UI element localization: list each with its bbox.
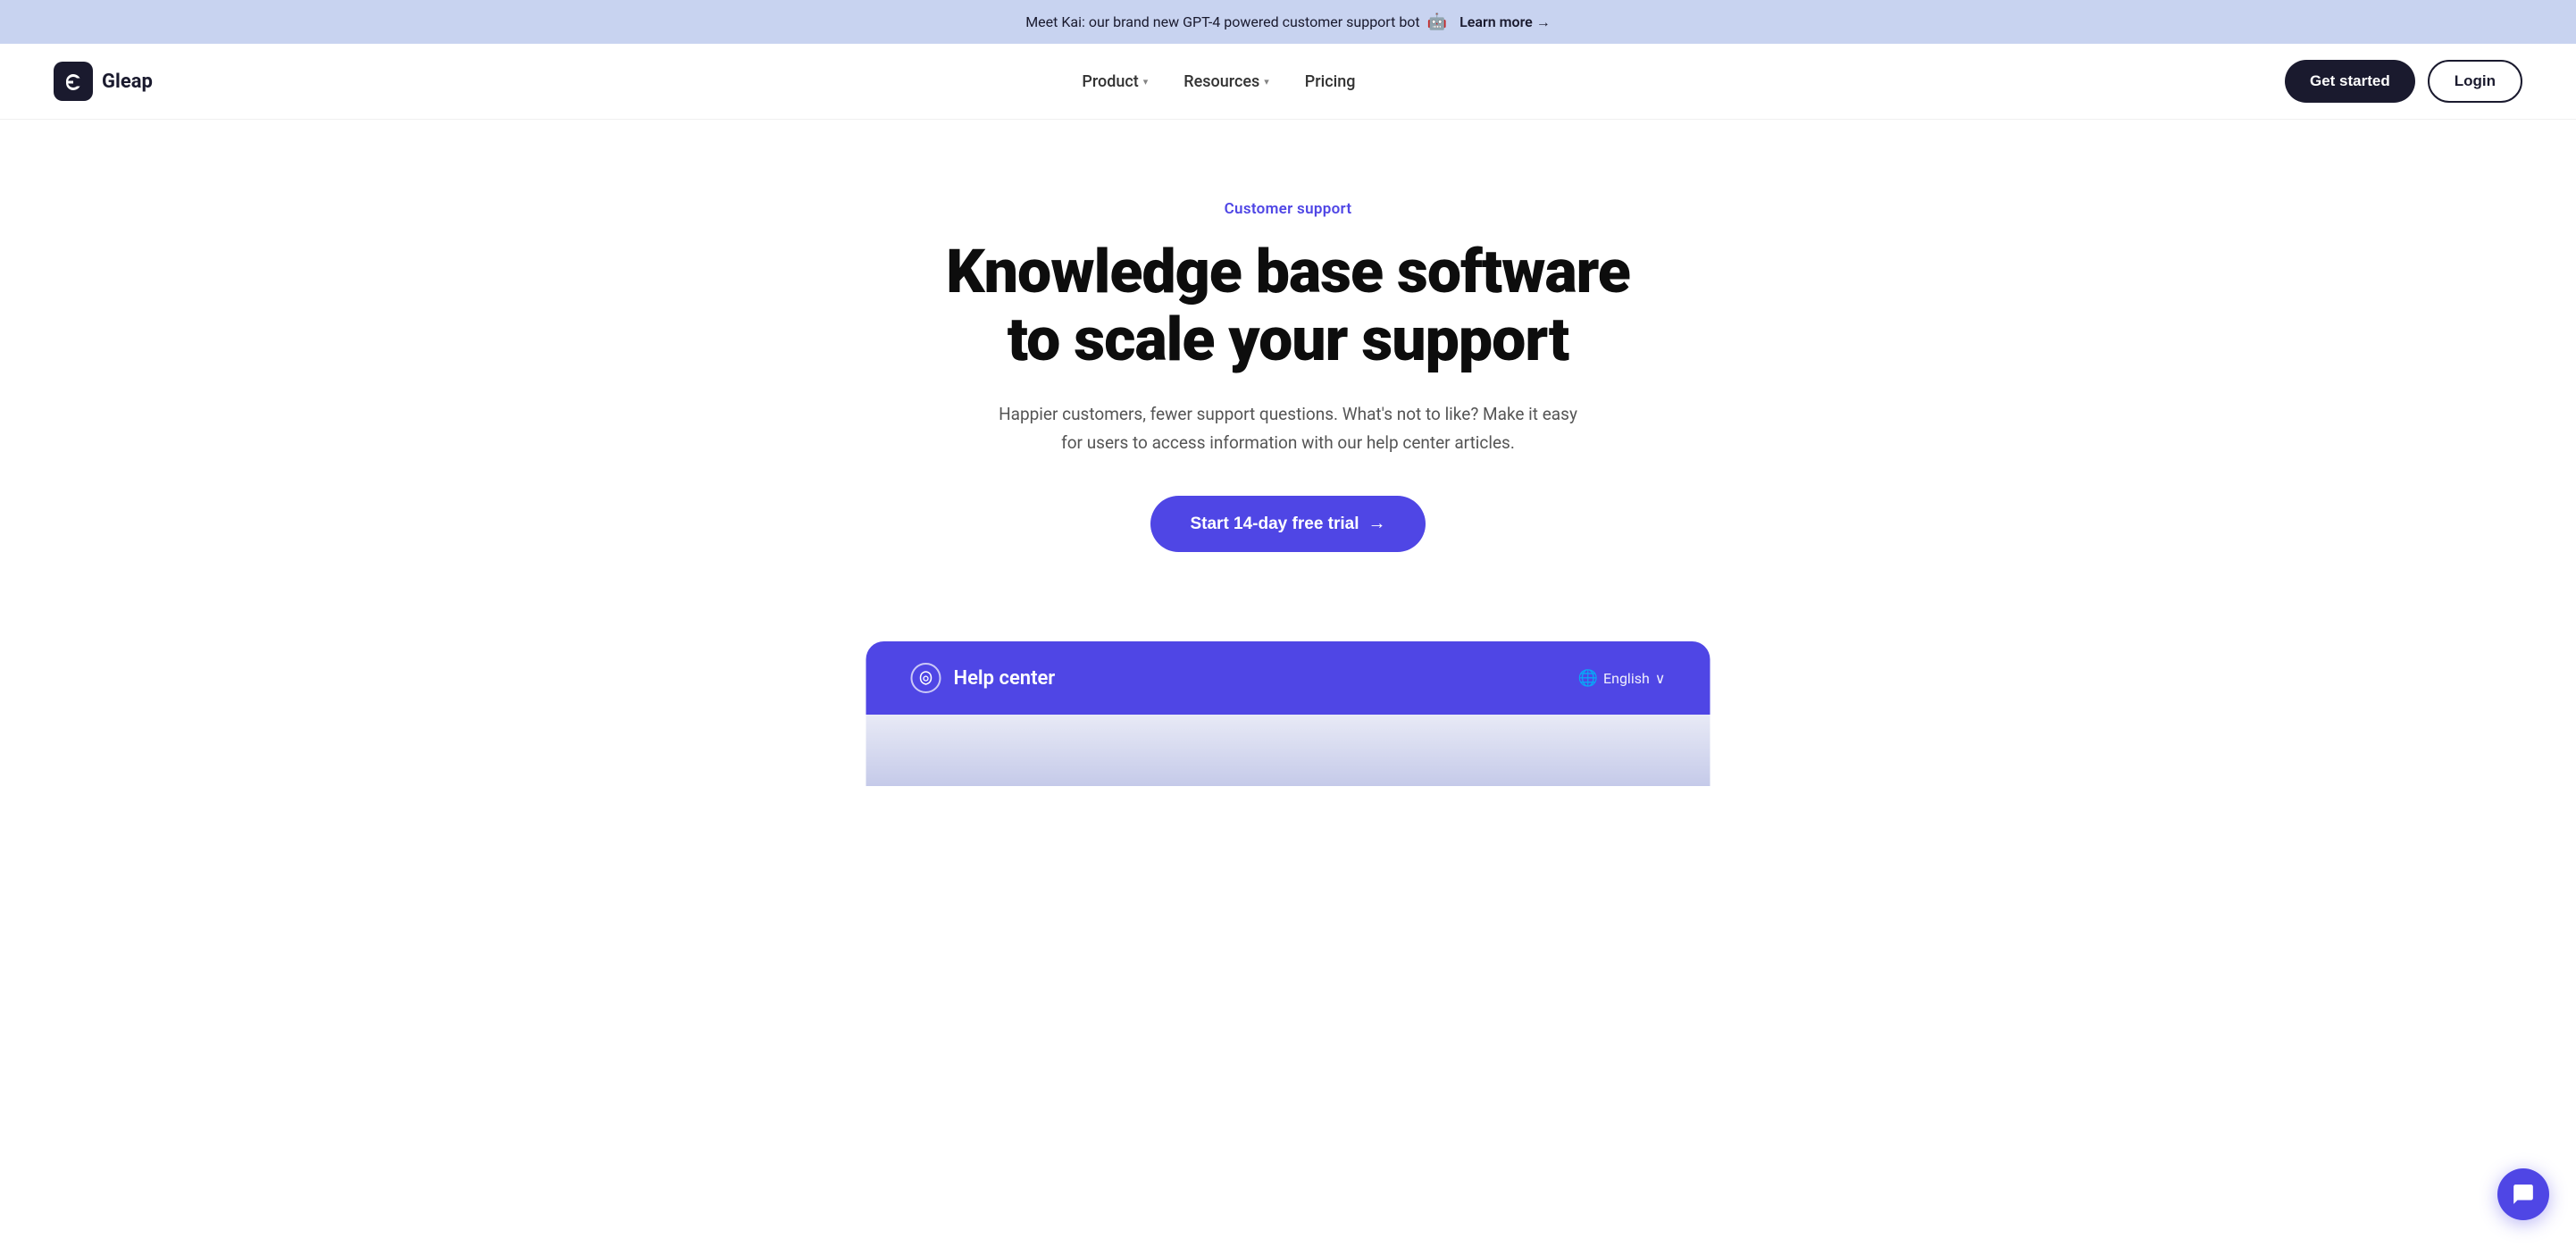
logo-link[interactable]: Gleap	[54, 62, 153, 101]
chevron-down-icon: ∨	[1655, 670, 1666, 687]
hero-section: Customer support Knowledge base software…	[0, 120, 2576, 606]
login-button[interactable]: Login	[2428, 60, 2522, 103]
trial-label: Start 14-day free trial	[1190, 515, 1359, 534]
banner-emoji: 🤖	[1427, 13, 1447, 31]
learn-more-link[interactable]: Learn more →	[1459, 13, 1551, 31]
nav-label-resources: Resources	[1183, 72, 1259, 91]
navbar-actions: Get started Login	[2285, 60, 2522, 103]
logo-icon	[54, 62, 93, 101]
chevron-down-icon: ▾	[1143, 76, 1149, 88]
learn-more-label: Learn more	[1459, 13, 1533, 30]
chevron-down-icon: ▾	[1264, 76, 1269, 88]
help-center-language[interactable]: 🌐 English ∨	[1578, 669, 1666, 688]
nav-item-product[interactable]: Product ▾	[1082, 72, 1148, 91]
help-center-logo: Help center	[911, 663, 1056, 693]
nav-item-pricing[interactable]: Pricing	[1305, 72, 1356, 91]
nav-menu: Product ▾ Resources ▾ Pricing	[1082, 72, 1355, 91]
language-label: English	[1603, 670, 1650, 687]
help-center-body-preview	[866, 715, 1710, 786]
hero-title: Knowledge base software to scale your su…	[940, 238, 1636, 373]
help-center-preview: Help center 🌐 English ∨	[707, 641, 1869, 786]
get-started-button[interactable]: Get started	[2285, 60, 2415, 103]
banner-text: Meet Kai: our brand new GPT-4 powered cu…	[1025, 13, 1419, 30]
nav-label-pricing: Pricing	[1305, 72, 1356, 91]
chat-bubble-button[interactable]	[2497, 1168, 2549, 1220]
logo-text: Gleap	[102, 71, 153, 93]
hero-tag: Customer support	[1225, 200, 1352, 218]
help-center-logo-icon	[911, 663, 941, 693]
trial-arrow: →	[1368, 514, 1386, 534]
banner-arrow: →	[1536, 13, 1551, 31]
help-center-title: Help center	[954, 667, 1056, 690]
nav-label-product: Product	[1082, 72, 1138, 91]
trial-button[interactable]: Start 14-day free trial →	[1150, 496, 1425, 552]
help-center-bar: Help center 🌐 English ∨	[866, 641, 1710, 715]
chat-icon	[2512, 1183, 2535, 1206]
navbar: Gleap Product ▾ Resources ▾ Pricing Get …	[0, 44, 2576, 120]
hero-subtitle: Happier customers, fewer support questio…	[998, 400, 1578, 456]
nav-item-resources[interactable]: Resources ▾	[1183, 72, 1269, 91]
announcement-banner: Meet Kai: our brand new GPT-4 powered cu…	[0, 0, 2576, 44]
globe-icon: 🌐	[1578, 669, 1598, 688]
